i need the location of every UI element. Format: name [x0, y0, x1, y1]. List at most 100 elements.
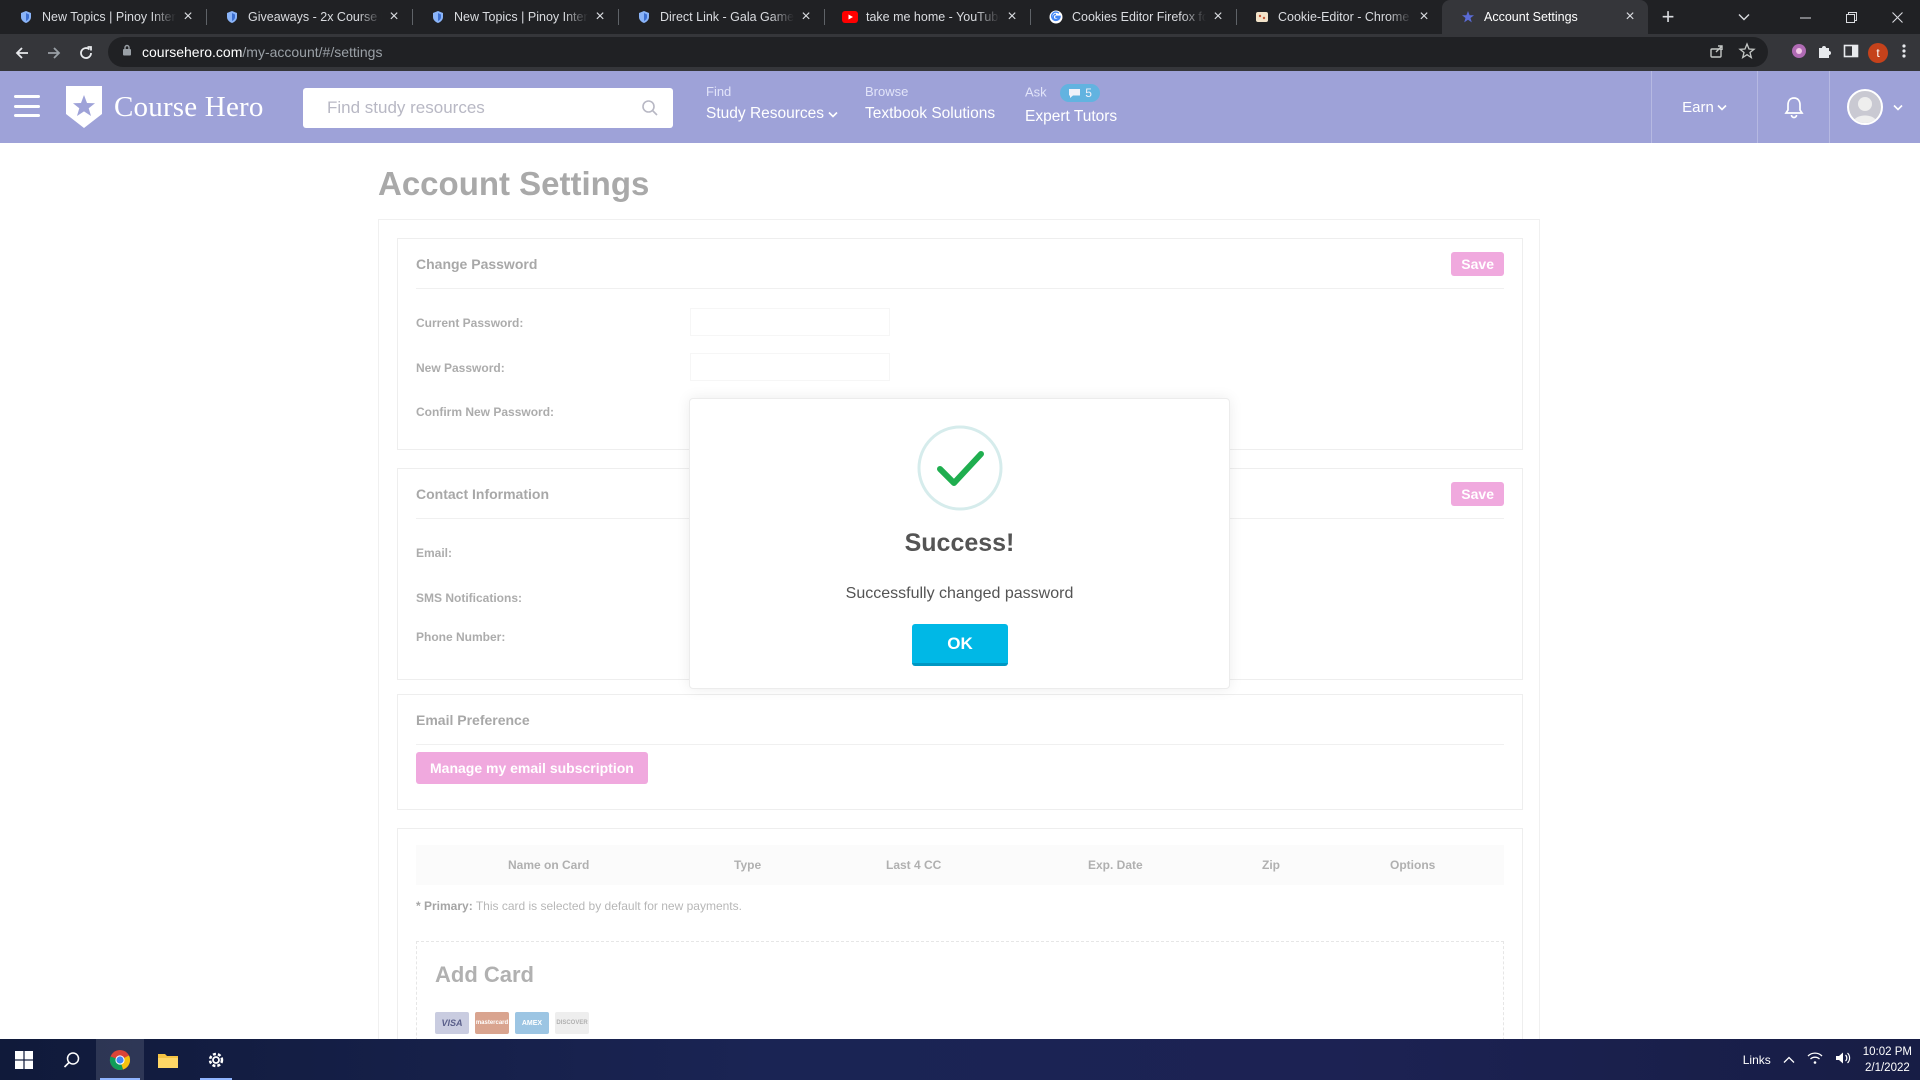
links-toolbar[interactable]: Links — [1743, 1053, 1771, 1067]
chevron-up-icon[interactable] — [1783, 1053, 1795, 1067]
browser-toolbar: coursehero.com/my-account/#/settings — [0, 34, 1920, 71]
browser-tab-active[interactable]: Account Settings × — [1442, 0, 1648, 34]
taskbar-search-icon[interactable] — [48, 1039, 96, 1080]
system-tray: Links 10:02 PM 2/1/2022 — [1743, 1039, 1912, 1080]
search-box[interactable] — [303, 88, 673, 128]
shield-favicon-icon — [18, 9, 34, 25]
cards-table-header: Name on Card Type Last 4 CC Exp. Date Zi… — [416, 845, 1504, 885]
restore-icon[interactable] — [1828, 0, 1874, 34]
tab-title: Giveaways - 2x Course Her — [248, 10, 382, 24]
new-password-field[interactable] — [690, 353, 890, 381]
browser-tab[interactable]: Giveaways - 2x Course Her × — [206, 0, 412, 34]
share-icon[interactable] — [1708, 42, 1726, 65]
course-hero-logo[interactable]: Course Hero — [64, 85, 264, 129]
chrome-taskbar-icon[interactable] — [96, 1039, 144, 1080]
success-dialog: Success! Successfully changed password O… — [689, 398, 1230, 689]
logo-text: Course Hero — [114, 90, 264, 123]
forward-arrow-icon[interactable] — [38, 37, 70, 69]
add-card-title: Add Card — [435, 962, 534, 987]
nav-study-resources[interactable]: Find Study Resources — [706, 84, 838, 123]
save-password-button[interactable]: Save — [1451, 252, 1504, 276]
hamburger-menu-icon[interactable] — [14, 95, 40, 117]
volume-icon[interactable] — [1835, 1051, 1851, 1068]
close-tab-icon[interactable]: × — [1416, 8, 1432, 25]
close-tab-icon[interactable]: × — [1622, 8, 1638, 25]
email-preference-panel: Email Preference Manage my email subscri… — [397, 694, 1523, 810]
reload-icon[interactable] — [70, 37, 102, 69]
bookmark-star-icon[interactable] — [1738, 42, 1756, 65]
close-tab-icon[interactable]: × — [386, 8, 402, 25]
panel-title: Change Password — [416, 256, 538, 272]
extension-icon[interactable] — [1790, 42, 1808, 65]
close-tab-icon[interactable]: × — [1210, 8, 1226, 25]
search-icon[interactable] — [641, 99, 659, 122]
discover-card-icon: DISCOVER — [555, 1012, 589, 1034]
url-text: coursehero.com/my-account/#/settings — [142, 44, 383, 60]
current-password-field[interactable] — [690, 308, 890, 336]
amex-card-icon: AMEX — [515, 1012, 549, 1034]
mastercard-card-icon: mastercard — [475, 1012, 509, 1034]
nav-small-label: Browse — [865, 84, 909, 99]
browser-tab[interactable]: New Topics | Pinoy Interne × — [0, 0, 206, 34]
windows-start-icon[interactable] — [0, 1039, 48, 1080]
success-checkmark-icon — [917, 425, 1003, 511]
lock-icon — [122, 43, 132, 61]
side-panel-icon[interactable] — [1842, 42, 1860, 65]
nav-textbook-solutions[interactable]: Browse Textbook Solutions — [865, 84, 995, 123]
close-window-icon[interactable] — [1874, 0, 1920, 34]
manage-email-subscription-button[interactable]: Manage my email subscription — [416, 752, 648, 784]
puzzle-icon[interactable] — [1816, 42, 1834, 65]
sms-notifications-label: SMS Notifications: — [416, 591, 523, 605]
shield-favicon-icon — [430, 9, 446, 25]
column-header: Type — [734, 858, 762, 872]
coursehero-favicon-icon — [1460, 9, 1476, 25]
shield-favicon-icon — [224, 9, 240, 25]
tab-search-icon[interactable] — [1726, 0, 1762, 34]
browser-tab[interactable]: take me home - YouTube × — [824, 0, 1030, 34]
user-profile-menu[interactable] — [1829, 71, 1920, 143]
earn-dropdown[interactable]: Earn — [1651, 71, 1757, 143]
kebab-menu-icon[interactable] — [1896, 42, 1912, 65]
nav-expert-tutors[interactable]: Ask 5 Expert Tutors — [1025, 84, 1117, 126]
column-header: Options — [1390, 858, 1436, 872]
minimize-icon[interactable] — [1782, 0, 1828, 34]
column-header: Last 4 CC — [886, 858, 942, 872]
windows-taskbar: Links 10:02 PM 2/1/2022 — [0, 1039, 1920, 1080]
profile-avatar[interactable]: t — [1868, 43, 1888, 63]
browser-tab[interactable]: Cookie-Editor - Chrome W × — [1236, 0, 1442, 34]
close-tab-icon[interactable]: × — [798, 8, 814, 25]
settings-gear-icon[interactable] — [192, 1039, 240, 1080]
system-clock[interactable]: 10:02 PM 2/1/2022 — [1863, 1044, 1912, 1076]
page-title: Account Settings — [378, 165, 650, 202]
window-controls — [1782, 0, 1920, 34]
cookie-favicon-icon — [1254, 9, 1270, 25]
search-input[interactable] — [327, 98, 627, 118]
column-header: Zip — [1262, 858, 1280, 872]
new-tab-button[interactable]: + — [1648, 0, 1688, 34]
close-tab-icon[interactable]: × — [180, 8, 196, 25]
column-header: Name on Card — [508, 858, 590, 872]
google-favicon-icon — [1048, 9, 1064, 25]
chevron-down-icon — [1717, 104, 1727, 111]
back-arrow-icon[interactable] — [6, 37, 38, 69]
panel-title: Email Preference — [416, 712, 530, 728]
address-bar[interactable]: coursehero.com/my-account/#/settings — [108, 37, 1768, 67]
chat-bubble-icon — [1069, 88, 1081, 98]
browser-tab[interactable]: Direct Link - Gala Games | × — [618, 0, 824, 34]
save-contact-button[interactable]: Save — [1451, 482, 1504, 506]
close-tab-icon[interactable]: × — [1004, 8, 1020, 25]
ok-button[interactable]: OK — [912, 624, 1008, 666]
panel-title: Contact Information — [416, 486, 549, 502]
browser-tab[interactable]: New Topics | Pinoy Interne × — [412, 0, 618, 34]
close-tab-icon[interactable]: × — [592, 8, 608, 25]
wifi-icon[interactable] — [1807, 1051, 1823, 1068]
nav-big-label: Expert Tutors — [1025, 108, 1118, 125]
star-shield-icon — [66, 86, 102, 128]
browser-tab[interactable]: Cookies Editor Firefox for C × — [1030, 0, 1236, 34]
notifications-bell-icon[interactable] — [1757, 71, 1829, 143]
tab-title: Direct Link - Gala Games | — [660, 10, 794, 24]
current-password-label: Current Password: — [416, 316, 524, 330]
dialog-message: Successfully changed password — [845, 585, 1074, 602]
nav-big-label: Textbook Solutions — [865, 105, 996, 122]
file-explorer-icon[interactable] — [144, 1039, 192, 1080]
